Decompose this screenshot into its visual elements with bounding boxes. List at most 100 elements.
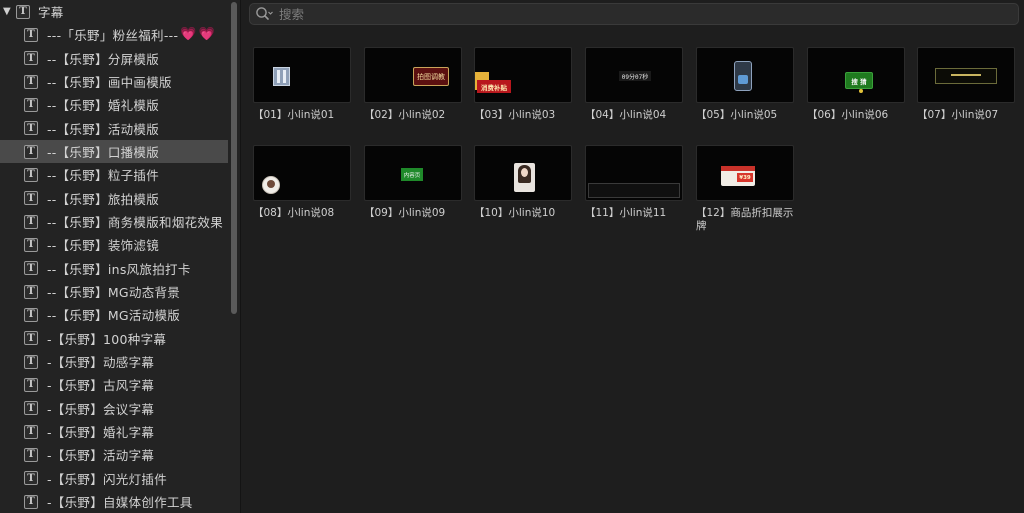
sidebar-item-wedding[interactable]: T --【乐野】婚礼模版	[0, 93, 228, 116]
sidebar-item-wedding-subtitles[interactable]: T -【乐野】婚礼字幕	[0, 420, 228, 443]
title-type-icon: T	[24, 354, 38, 369]
sidebar-item-event-subtitles[interactable]: T -【乐野】活动字幕	[0, 443, 228, 466]
sidebar-item-label: --【乐野】MG动态背景	[47, 285, 181, 301]
disclosure-triangle-icon[interactable]: ▼	[3, 6, 13, 17]
template-tile[interactable]: ¥39 【12】商品折扣展示牌	[696, 145, 794, 233]
sidebar-item-label: -【乐野】活动字幕	[47, 448, 155, 464]
sidebar-item-100-subtitles[interactable]: T -【乐野】100种字幕	[0, 327, 228, 350]
sidebar-item-fan-benefits[interactable]: T ---「乐野」粉丝福利--- 💗💗	[0, 23, 228, 46]
sidebar-item-mg-background[interactable]: T --【乐野】MG动态背景	[0, 280, 228, 303]
title-type-icon: T	[24, 424, 38, 439]
sidebar: ▼ T 字幕 T ---「乐野」粉丝福利--- 💗💗 T --【乐野】分屏模版 …	[0, 0, 240, 513]
template-caption: 【04】小lin说04	[585, 109, 667, 121]
sidebar-item-label: -【乐野】动感字幕	[47, 355, 155, 371]
template-caption: 【09】小lin说09	[364, 207, 446, 219]
title-type-icon: T	[24, 167, 38, 182]
template-tile[interactable]: 【11】小lin说11	[585, 145, 683, 220]
template-thumbnail[interactable]	[696, 47, 794, 103]
search-input[interactable]	[279, 6, 979, 22]
template-tile[interactable]: 【07】小lin说07	[917, 47, 1015, 122]
sidebar-item-particles[interactable]: T --【乐野】粒子插件	[0, 163, 228, 186]
title-type-icon: T	[24, 261, 38, 276]
template-thumbnail[interactable]	[474, 145, 572, 201]
title-type-icon: T	[24, 377, 38, 392]
title-type-icon: T	[24, 51, 38, 66]
template-tile[interactable]: 【05】小lin说05	[696, 47, 794, 122]
template-thumbnail[interactable]	[253, 145, 351, 201]
sidebar-item-mg-event[interactable]: T --【乐野】MG活动模版	[0, 303, 228, 326]
title-type-icon: T	[24, 237, 38, 252]
template-tile[interactable]: 【10】小lin说10	[474, 145, 572, 220]
sidebar-item-label: --【乐野】MG活动模版	[47, 308, 181, 324]
template-caption: 【02】小lin说02	[364, 109, 446, 121]
sidebar-item-dynamic-subtitles[interactable]: T -【乐野】动感字幕	[0, 350, 228, 373]
sidebar-item-label: -【乐野】婚礼字幕	[47, 425, 155, 441]
tree-root-label: 字幕	[38, 5, 64, 21]
template-thumbnail[interactable]	[585, 145, 683, 201]
search-icon[interactable]	[255, 6, 273, 22]
sidebar-item-label: --【乐野】粒子插件	[47, 168, 160, 184]
template-tile[interactable]: 【08】小lin说08	[253, 145, 351, 220]
sidebar-item-label: -【乐野】闪光灯插件	[47, 471, 168, 487]
template-tile[interactable]: 消费补贴 【03】小lin说03	[474, 47, 572, 122]
template-caption: 【06】小lin说06	[807, 109, 889, 121]
sidebar-item-label: --【乐野】装饰滤镜	[47, 238, 160, 254]
sidebar-item-picture-in-picture[interactable]: T --【乐野】画中画模版	[0, 70, 228, 93]
sidebar-item-label: -【乐野】古风字幕	[47, 378, 155, 394]
title-type-icon: T	[24, 97, 38, 112]
template-thumbnail[interactable]	[917, 47, 1015, 103]
template-caption: 【05】小lin说05	[696, 109, 778, 121]
template-thumbnail[interactable]: ¥39	[696, 145, 794, 201]
template-tile[interactable]: 09分07秒 【04】小lin说04	[585, 47, 683, 122]
sidebar-item-ancient-subtitles[interactable]: T -【乐野】古风字幕	[0, 373, 228, 396]
sidebar-item-label: --【乐野】婚礼模版	[47, 98, 160, 114]
sidebar-item-label: --【乐野】商务模版和烟花效果	[47, 215, 224, 231]
sidebar-item-label: -【乐野】自媒体创作工具	[47, 495, 193, 511]
tree-root-subtitles[interactable]: ▼ T 字幕	[0, 0, 228, 23]
sidebar-item-business-fireworks[interactable]: T --【乐野】商务模版和烟花效果	[0, 210, 228, 233]
sidebar-item-talking-head[interactable]: T --【乐野】口播模版	[0, 139, 228, 164]
sidebar-item-label: -【乐野】会议字幕	[47, 401, 155, 417]
template-thumbnail[interactable]: 09分07秒	[585, 47, 683, 103]
sidebar-item-creator-tools[interactable]: T -【乐野】自媒体创作工具	[0, 490, 228, 513]
title-type-icon: T	[24, 214, 38, 229]
template-caption: 【11】小lin说11	[585, 207, 667, 219]
template-thumbnail[interactable]: 内容页	[364, 145, 462, 201]
sidebar-scrollbar[interactable]	[231, 2, 237, 314]
title-type-icon: T	[24, 447, 38, 462]
template-thumbnail[interactable]: 拍图调教	[364, 47, 462, 103]
sidebar-item-decor-filters[interactable]: T --【乐野】装饰滤镜	[0, 233, 228, 256]
sidebar-item-label: ---「乐野」粉丝福利---	[47, 28, 179, 44]
sidebar-item-label: --【乐野】旅拍模版	[47, 191, 160, 207]
sidebar-item-label: --【乐野】活动模版	[47, 121, 160, 137]
template-tile[interactable]: 搜 猜 【06】小lin说06	[807, 47, 905, 122]
template-thumbnail[interactable]: 消费补贴	[474, 47, 572, 103]
template-caption: 【12】商品折扣展示牌	[696, 207, 794, 232]
template-caption: 【01】小lin说01	[253, 109, 335, 121]
title-type-icon: T	[24, 27, 38, 42]
title-type-icon: T	[24, 121, 38, 136]
sidebar-item-label: --【乐野】画中画模版	[47, 75, 172, 91]
template-tile[interactable]: 【01】小lin说01	[253, 47, 351, 122]
sidebar-item-event[interactable]: T --【乐野】活动模版	[0, 117, 228, 140]
search-bar[interactable]	[249, 3, 1019, 25]
title-type-icon: T	[24, 307, 38, 322]
title-type-icon: T	[24, 191, 38, 206]
sidebar-item-travel[interactable]: T --【乐野】旅拍模版	[0, 187, 228, 210]
category-tree: ▼ T 字幕 T ---「乐野」粉丝福利--- 💗💗 T --【乐野】分屏模版 …	[0, 0, 228, 513]
sidebar-item-label: -【乐野】100种字幕	[47, 331, 167, 347]
sidebar-item-flash-plugin[interactable]: T -【乐野】闪光灯插件	[0, 467, 228, 490]
sidebar-item-label: --【乐野】口播模版	[47, 145, 160, 161]
hearts-icon: 💗💗	[180, 27, 217, 43]
sidebar-item-split-screen[interactable]: T --【乐野】分屏模版	[0, 47, 228, 70]
template-tile[interactable]: 拍图调教 【02】小lin说02	[364, 47, 462, 122]
template-caption: 【10】小lin说10	[474, 207, 556, 219]
template-thumbnail[interactable]	[253, 47, 351, 103]
template-thumbnail[interactable]: 搜 猜	[807, 47, 905, 103]
sidebar-item-meeting-subtitles[interactable]: T -【乐野】会议字幕	[0, 397, 228, 420]
template-caption: 【03】小lin说03	[474, 109, 556, 121]
template-tile[interactable]: 内容页 【09】小lin说09	[364, 145, 462, 220]
sidebar-item-ins-travel[interactable]: T --【乐野】ins风旅拍打卡	[0, 257, 228, 280]
title-type-icon: T	[24, 494, 38, 509]
sidebar-item-label: --【乐野】分屏模版	[47, 51, 160, 67]
